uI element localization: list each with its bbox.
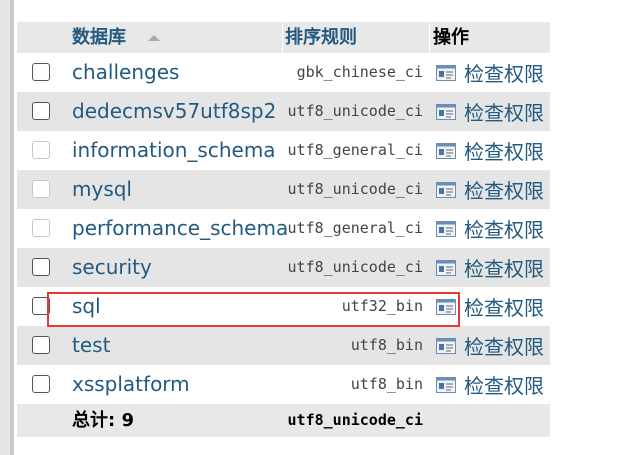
check-privileges-label[interactable]: 检查权限 bbox=[464, 97, 544, 126]
row-checkbox[interactable] bbox=[32, 258, 50, 276]
table-row: sql utf32_bin 检查权限 bbox=[17, 287, 550, 326]
table-row: security utf8_unicode_ci 检查权限 bbox=[17, 248, 550, 287]
table-row: mysql utf8_unicode_ci 检查权限 bbox=[17, 170, 550, 209]
collation-value: utf32_bin bbox=[341, 297, 423, 315]
check-privileges-label[interactable]: 检查权限 bbox=[464, 292, 544, 321]
privileges-icon[interactable] bbox=[436, 337, 456, 354]
check-privileges-label[interactable]: 检查权限 bbox=[464, 58, 544, 87]
privileges-icon[interactable] bbox=[436, 259, 456, 276]
check-privileges-label[interactable]: 检查权限 bbox=[464, 136, 544, 165]
check-privileges-link[interactable]: 检查权限 bbox=[436, 365, 544, 404]
sort-asc-icon[interactable] bbox=[148, 35, 160, 41]
privileges-icon[interactable] bbox=[436, 142, 456, 159]
collation-value: utf8_unicode_ci bbox=[287, 102, 423, 120]
row-checkbox-disabled bbox=[32, 219, 50, 237]
row-checkbox-disabled bbox=[32, 180, 50, 198]
collation-value: utf8_bin bbox=[350, 336, 423, 354]
row-checkbox[interactable] bbox=[32, 336, 50, 354]
column-header-action: 操作 bbox=[433, 27, 469, 48]
table-row: test utf8_bin 检查权限 bbox=[17, 326, 550, 365]
left-panel-divider[interactable] bbox=[10, 0, 14, 455]
database-name-link[interactable]: information_schema bbox=[72, 131, 276, 170]
check-privileges-link[interactable]: 检查权限 bbox=[436, 170, 544, 209]
left-panel-edge bbox=[0, 0, 10, 455]
privileges-icon[interactable] bbox=[436, 376, 456, 393]
row-checkbox[interactable] bbox=[32, 63, 50, 81]
check-privileges-link[interactable]: 检查权限 bbox=[436, 287, 544, 326]
collation-value: utf8_general_ci bbox=[287, 141, 423, 159]
collation-value: utf8_general_ci bbox=[287, 219, 423, 237]
database-name-link[interactable]: performance_schema bbox=[72, 209, 288, 248]
row-checkbox[interactable] bbox=[32, 375, 50, 393]
collation-value: gbk_chinese_ci bbox=[296, 63, 423, 81]
check-privileges-link[interactable]: 检查权限 bbox=[436, 131, 544, 170]
privileges-icon[interactable] bbox=[436, 103, 456, 120]
column-divider bbox=[282, 22, 283, 53]
database-name-link[interactable]: xssplatform bbox=[72, 365, 190, 404]
database-name-link[interactable]: dedecmsv57utf8sp2 bbox=[72, 92, 276, 131]
privileges-icon[interactable] bbox=[436, 181, 456, 198]
check-privileges-link[interactable]: 检查权限 bbox=[436, 248, 544, 287]
check-privileges-label[interactable]: 检查权限 bbox=[464, 253, 544, 282]
row-checkbox[interactable] bbox=[32, 297, 50, 315]
privileges-icon[interactable] bbox=[436, 220, 456, 237]
database-name-link[interactable]: test bbox=[72, 326, 110, 365]
total-count: 总计: 9 bbox=[72, 410, 134, 431]
row-checkbox-disabled bbox=[32, 141, 50, 159]
check-privileges-label[interactable]: 检查权限 bbox=[464, 214, 544, 243]
privileges-icon[interactable] bbox=[436, 298, 456, 315]
database-name-link[interactable]: security bbox=[72, 248, 152, 287]
collation-value: utf8_unicode_ci bbox=[287, 258, 423, 276]
table-footer: 总计: 9 utf8_unicode_ci bbox=[17, 404, 550, 437]
row-checkbox[interactable] bbox=[32, 102, 50, 120]
check-privileges-label[interactable]: 检查权限 bbox=[464, 331, 544, 360]
privileges-icon[interactable] bbox=[436, 64, 456, 81]
table-row: dedecmsv57utf8sp2 utf8_unicode_ci 检查权限 bbox=[17, 92, 550, 131]
column-header-collation[interactable]: 排序规则 bbox=[285, 22, 357, 53]
database-name-link[interactable]: challenges bbox=[72, 53, 179, 92]
database-name-link[interactable]: mysql bbox=[72, 170, 132, 209]
database-name-link[interactable]: sql bbox=[72, 287, 101, 326]
table-header: 数据库 排序规则 操作 bbox=[17, 22, 550, 53]
check-privileges-link[interactable]: 检查权限 bbox=[436, 53, 544, 92]
table-row: performance_schema utf8_general_ci 检查权限 bbox=[17, 209, 550, 248]
default-collation: utf8_unicode_ci bbox=[287, 411, 423, 429]
check-privileges-label[interactable]: 检查权限 bbox=[464, 370, 544, 399]
check-privileges-link[interactable]: 检查权限 bbox=[436, 209, 544, 248]
table-row: xssplatform utf8_bin 检查权限 bbox=[17, 365, 550, 404]
table-row: information_schema utf8_general_ci 检查权限 bbox=[17, 131, 550, 170]
check-privileges-link[interactable]: 检查权限 bbox=[436, 92, 544, 131]
column-divider bbox=[429, 22, 430, 53]
check-privileges-link[interactable]: 检查权限 bbox=[436, 326, 544, 365]
table-row: challenges gbk_chinese_ci 检查权限 bbox=[17, 53, 550, 92]
column-header-database[interactable]: 数据库 bbox=[72, 22, 126, 53]
check-privileges-label[interactable]: 检查权限 bbox=[464, 175, 544, 204]
collation-value: utf8_unicode_ci bbox=[287, 180, 423, 198]
database-table: 数据库 排序规则 操作 challenges gbk_chinese_ci 检查… bbox=[17, 22, 550, 437]
collation-value: utf8_bin bbox=[350, 375, 423, 393]
